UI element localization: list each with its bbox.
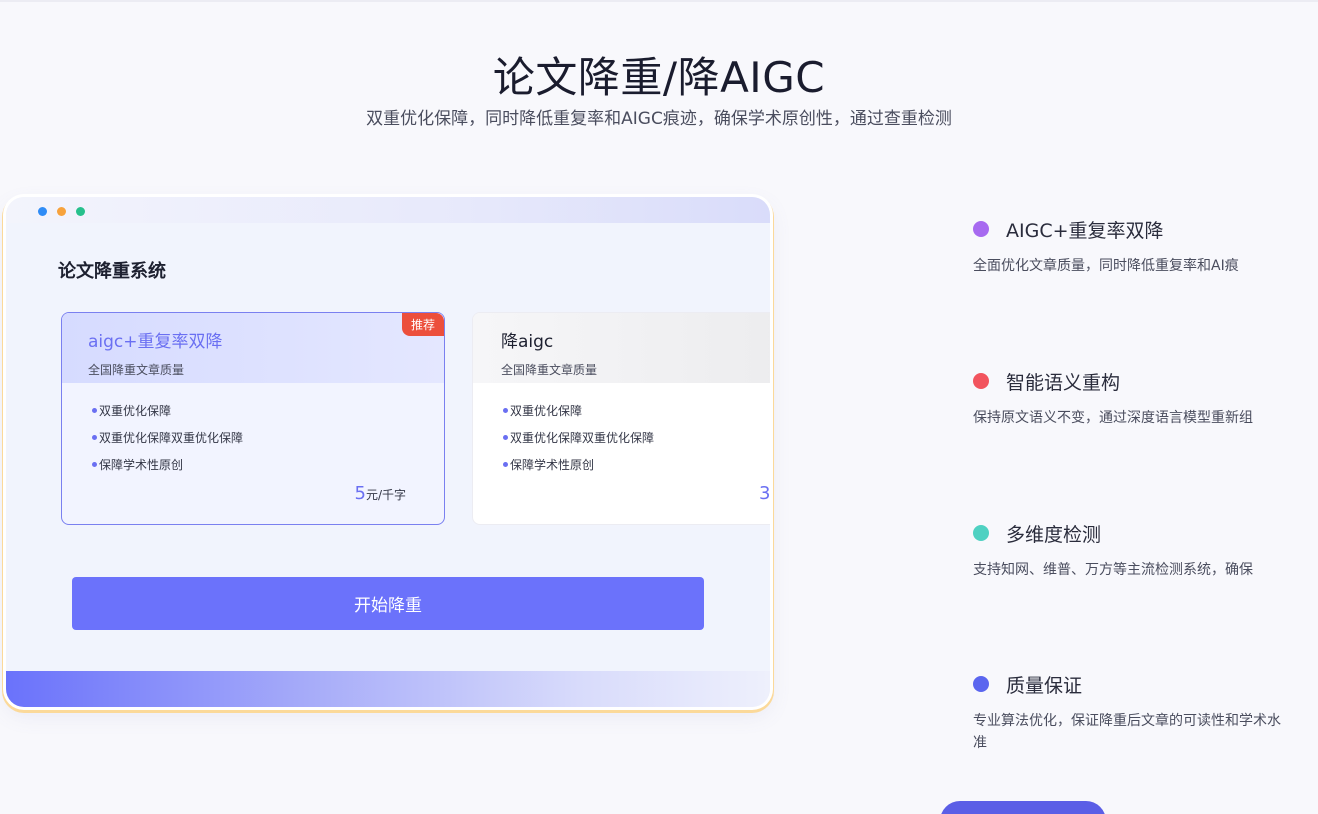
bullet-icon <box>503 435 508 440</box>
plan-card-header: aigc+重复率双降 全国降重文章质量 <box>62 313 444 383</box>
feature-description: 支持知网、维普、万方等主流检测系统，确保 <box>973 562 1253 578</box>
plan-feature: 双重优化保障 <box>92 397 444 424</box>
cta-button[interactable] <box>940 801 1106 814</box>
feature-title-row: 智能语义重构 <box>973 369 1288 394</box>
window-bottom-bar <box>6 671 770 707</box>
plan-feature-text: 双重优化保障 <box>99 404 172 418</box>
price-value: 3 <box>759 483 770 504</box>
plan-name: 降aigc <box>501 332 554 352</box>
feature-item: AIGC+重复率双降 全面优化文章质量，同时降低重复率和AI痕 <box>973 217 1288 277</box>
plan-card-aigc-dual[interactable]: aigc+重复率双降 全国降重文章质量 推荐 双重优化保障 双重优化保障双重优化… <box>61 312 445 525</box>
start-rewrite-button[interactable]: 开始降重 <box>72 577 704 630</box>
top-divider <box>0 0 1318 2</box>
feature-title: 质量保证 <box>1006 674 1083 697</box>
plan-feature-text: 双重优化保障双重优化保障 <box>510 431 655 445</box>
plan-feature: 双重优化保障双重优化保障 <box>503 424 770 451</box>
feature-dot-icon <box>973 221 989 237</box>
app-window-mockup: 论文降重系统 aigc+重复率双降 全国降重文章质量 推荐 双重优化保障 双重优… <box>6 197 770 707</box>
feature-dot-icon <box>973 373 989 389</box>
bullet-icon <box>503 408 508 413</box>
plan-description: 全国降重文章质量 <box>501 363 598 377</box>
feature-title: 多维度检测 <box>1006 523 1102 546</box>
plan-feature: 保障学术性原创 <box>92 451 444 478</box>
plan-feature-list: 双重优化保障 双重优化保障双重优化保障 保障学术性原创 <box>62 383 444 478</box>
feature-item: 智能语义重构 保持原文语义不变，通过深度语言模型重新组 <box>973 369 1288 429</box>
plan-name: aigc+重复率双降 <box>88 332 223 352</box>
plan-price: 5元/千字 <box>355 483 407 504</box>
feature-title-row: 多维度检测 <box>973 521 1288 546</box>
page-title: 论文降重/降AIGC <box>492 53 826 102</box>
plan-description: 全国降重文章质量 <box>88 363 185 377</box>
feature-title: 智能语义重构 <box>1006 371 1121 394</box>
bullet-icon <box>92 462 97 467</box>
price-value: 5 <box>354 483 366 504</box>
plan-feature: 保障学术性原创 <box>503 451 770 478</box>
bullet-icon <box>92 435 97 440</box>
feature-dot-icon <box>973 676 989 692</box>
window-titlebar <box>6 197 770 223</box>
feature-title-row: AIGC+重复率双降 <box>973 217 1288 242</box>
system-title: 论文降重系统 <box>58 261 166 282</box>
plan-feature: 双重优化保障 <box>503 397 770 424</box>
window-close-dot-icon <box>38 207 47 216</box>
feature-description: 专业算法优化，保证降重后文章的可读性和学术水准 <box>973 713 1281 751</box>
plan-feature-text: 双重优化保障 <box>510 404 583 418</box>
plan-feature-list: 双重优化保障 双重优化保障双重优化保障 保障学术性原创 <box>473 383 770 478</box>
feature-dot-icon <box>973 525 989 541</box>
feature-item: 质量保证 专业算法优化，保证降重后文章的可读性和学术水准 <box>973 672 1288 754</box>
plan-feature: 双重优化保障双重优化保障 <box>92 424 444 451</box>
feature-description: 全面优化文章质量，同时降低重复率和AI痕 <box>973 258 1239 274</box>
bullet-icon <box>503 462 508 467</box>
bullet-icon <box>92 408 97 413</box>
window-minimize-dot-icon <box>57 207 66 216</box>
plan-card-aigc[interactable]: 降aigc 全国降重文章质量 双重优化保障 双重优化保障双重优化保障 保障学术性… <box>472 312 770 525</box>
price-unit: 元/千字 <box>365 488 406 502</box>
feature-item: 多维度检测 支持知网、维普、万方等主流检测系统，确保 <box>973 521 1288 581</box>
page-subtitle: 双重优化保障，同时降低重复率和AIGC痕迹，确保学术原创性，通过查重检测 <box>366 109 952 129</box>
plan-feature-text: 双重优化保障双重优化保障 <box>99 431 244 445</box>
feature-title: AIGC+重复率双降 <box>1006 219 1164 242</box>
plan-feature-text: 保障学术性原创 <box>510 458 595 472</box>
feature-title-row: 质量保证 <box>973 672 1288 697</box>
plan-feature-text: 保障学术性原创 <box>99 458 184 472</box>
window-maximize-dot-icon <box>76 207 85 216</box>
recommended-badge: 推荐 <box>401 313 444 336</box>
plan-card-header: 降aigc 全国降重文章质量 <box>473 313 770 383</box>
feature-description: 保持原文语义不变，通过深度语言模型重新组 <box>973 410 1253 426</box>
